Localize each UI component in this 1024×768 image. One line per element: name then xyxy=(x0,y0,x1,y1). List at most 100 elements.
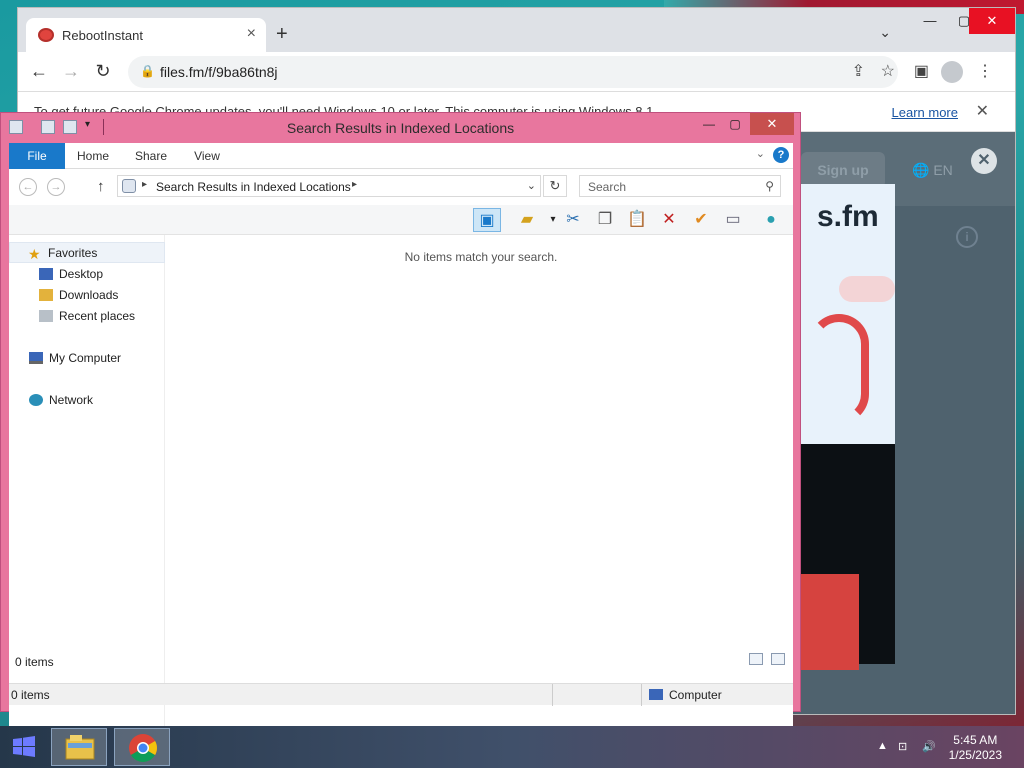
rename-icon[interactable]: ▭ xyxy=(719,208,747,232)
status-items: 0 items xyxy=(11,688,50,702)
browser-toolbar: ← → ↻ 🔒 files.fm/f/9ba86tn8j ⇪ ☆ ▣ ⋮ xyxy=(18,52,1015,92)
profile-avatar-icon[interactable] xyxy=(941,61,963,83)
back-arrow-icon[interactable]: ← xyxy=(28,61,50,81)
address-dropdown-icon[interactable]: ⌄ xyxy=(527,179,536,192)
details-view-icon[interactable] xyxy=(749,653,763,665)
preview-pane-icon[interactable]: ▣ xyxy=(473,208,501,232)
windows-logo-icon xyxy=(13,736,35,757)
breadcrumb[interactable]: Search Results in Indexed Locations xyxy=(156,180,351,194)
tab-file[interactable]: File xyxy=(9,143,65,169)
folder-options-icon[interactable]: ▰ xyxy=(513,208,541,232)
learn-more-link[interactable]: Learn more xyxy=(892,105,958,120)
address-url[interactable]: files.fm/f/9ba86tn8j xyxy=(160,64,278,80)
downloads-folder-icon xyxy=(39,289,53,301)
volume-icon[interactable]: 🔊 xyxy=(922,740,936,753)
nav-desktop-label: Desktop xyxy=(59,267,104,281)
tab-title: RebootInstant xyxy=(62,28,143,43)
language-selector[interactable]: 🌐 EN xyxy=(912,162,953,179)
tab-home[interactable]: Home xyxy=(71,143,115,169)
nav-recent-places[interactable]: Recent places xyxy=(39,306,135,327)
explorer-back-button[interactable]: ← xyxy=(19,178,37,196)
chrome-minimize-button[interactable]: — xyxy=(913,8,947,34)
lock-icon: 🔒 xyxy=(140,64,155,78)
refresh-button[interactable]: ↻ xyxy=(543,175,567,197)
new-tab-button[interactable]: + xyxy=(276,24,288,44)
explorer-close-button[interactable]: ✕ xyxy=(750,113,794,135)
explorer-window: ▾ Search Results in Indexed Locations — … xyxy=(0,112,801,768)
paste-icon[interactable]: 📋 xyxy=(623,208,651,232)
tab-favicon-icon xyxy=(38,28,54,42)
items-count: 0 items xyxy=(15,655,54,669)
reload-icon[interactable]: ↻ xyxy=(92,61,114,81)
network-icon xyxy=(29,394,43,406)
tab-share[interactable]: Share xyxy=(129,143,173,169)
show-hidden-icons-icon[interactable]: ▲ xyxy=(877,740,888,752)
globe-icon[interactable]: ● xyxy=(757,208,785,232)
taskbar-file-explorer[interactable] xyxy=(51,728,107,766)
bookmark-star-icon[interactable]: ☆ xyxy=(881,63,895,81)
nav-downloads-label: Downloads xyxy=(59,288,119,302)
laptop-accent-illustration xyxy=(799,574,859,670)
nav-network-label: Network xyxy=(49,393,94,407)
nav-computer-label: My Computer xyxy=(49,351,122,365)
explorer-status-bar: 0 items Computer xyxy=(9,683,793,706)
ribbon-tabs: File Home Share View ⌄ ? xyxy=(9,143,793,169)
copy-icon[interactable]: ❐ xyxy=(591,208,619,232)
cut-icon[interactable]: ✂ xyxy=(559,208,587,232)
nav-network[interactable]: Network xyxy=(29,390,93,411)
breadcrumb-chevron-icon[interactable]: ▸ xyxy=(352,179,357,190)
clock-date: 1/25/2023 xyxy=(948,748,1002,762)
nav-favorites-label: Favorites xyxy=(48,246,98,260)
status-divider xyxy=(641,684,642,706)
infobar-close-button[interactable]: ✕ xyxy=(976,101,989,121)
explorer-maximize-button[interactable]: ▢ xyxy=(720,113,750,135)
language-label: EN xyxy=(933,162,953,178)
signup-button[interactable]: Sign up xyxy=(801,152,885,188)
checkmark-icon[interactable]: ✔ xyxy=(687,208,715,232)
network-tray-icon[interactable]: ⊡ xyxy=(898,740,907,753)
taskbar: ▲ ⊡ 🔊 5:45 AM 1/25/2023 xyxy=(0,726,1024,768)
search-placeholder: Search xyxy=(588,180,627,194)
file-explorer-icon xyxy=(65,735,95,760)
explorer-titlebar: ▾ Search Results in Indexed Locations — … xyxy=(1,113,800,143)
forward-arrow-icon[interactable]: → xyxy=(60,61,82,81)
side-panel-icon[interactable]: ▣ xyxy=(914,63,929,81)
clock-time: 5:45 AM xyxy=(953,733,998,747)
start-button[interactable] xyxy=(0,726,48,768)
address-bar[interactable]: 🔒 files.fm/f/9ba86tn8j xyxy=(128,56,898,88)
breadcrumb-separator-icon[interactable]: ▸ xyxy=(142,179,147,190)
overlay-close-button[interactable]: ✕ xyxy=(971,148,997,174)
search-icon[interactable]: ⚲ xyxy=(765,179,774,193)
chrome-menu-icon[interactable]: ⋮ xyxy=(977,63,993,81)
info-icon[interactable]: i xyxy=(956,226,978,248)
ribbon-expand-chevron-icon[interactable]: ⌄ xyxy=(756,147,765,160)
taskbar-chrome[interactable] xyxy=(114,728,170,766)
tab-search-button[interactable]: ⌄ xyxy=(879,24,891,41)
large-icons-view-icon[interactable] xyxy=(771,653,785,665)
system-clock[interactable]: 5:45 AM 1/25/2023 xyxy=(949,733,1002,763)
tab-view[interactable]: View xyxy=(185,143,229,169)
share-icon[interactable]: ⇪ xyxy=(852,63,865,81)
desktop-icon xyxy=(39,268,53,280)
empty-results-message: No items match your search. xyxy=(404,250,558,264)
up-arrow-icon[interactable]: ↑ xyxy=(97,178,105,195)
delete-icon[interactable]: ✕ xyxy=(655,208,683,232)
explorer-title: Search Results in Indexed Locations xyxy=(286,120,515,136)
explorer-forward-button[interactable]: → xyxy=(47,178,65,196)
search-input[interactable]: Search ⚲ xyxy=(579,175,781,197)
nav-favorites[interactable]: ★ Favorites xyxy=(9,242,165,263)
browser-tab[interactable]: RebootInstant × xyxy=(26,18,266,52)
address-row: ← → ↑ ▸ Search Results in Indexed Locati… xyxy=(9,169,793,205)
chrome-logo-icon xyxy=(129,734,157,762)
nav-my-computer[interactable]: My Computer xyxy=(29,348,121,369)
status-location-label: Computer xyxy=(669,688,722,702)
chrome-close-button[interactable]: ✕ xyxy=(969,8,1015,34)
nav-desktop[interactable]: Desktop xyxy=(39,264,103,285)
help-icon[interactable]: ? xyxy=(773,147,789,163)
star-icon: ★ xyxy=(28,246,41,262)
site-logo-text: s.fm xyxy=(817,200,879,233)
command-bar: ▣ ▰ ▾ ✂ ❐ 📋 ✕ ✔ ▭ ● xyxy=(9,205,793,235)
nav-downloads[interactable]: Downloads xyxy=(39,285,118,306)
tab-close-button[interactable]: × xyxy=(247,25,256,43)
explorer-address-bar[interactable]: ▸ Search Results in Indexed Locations ▸ … xyxy=(117,175,541,197)
